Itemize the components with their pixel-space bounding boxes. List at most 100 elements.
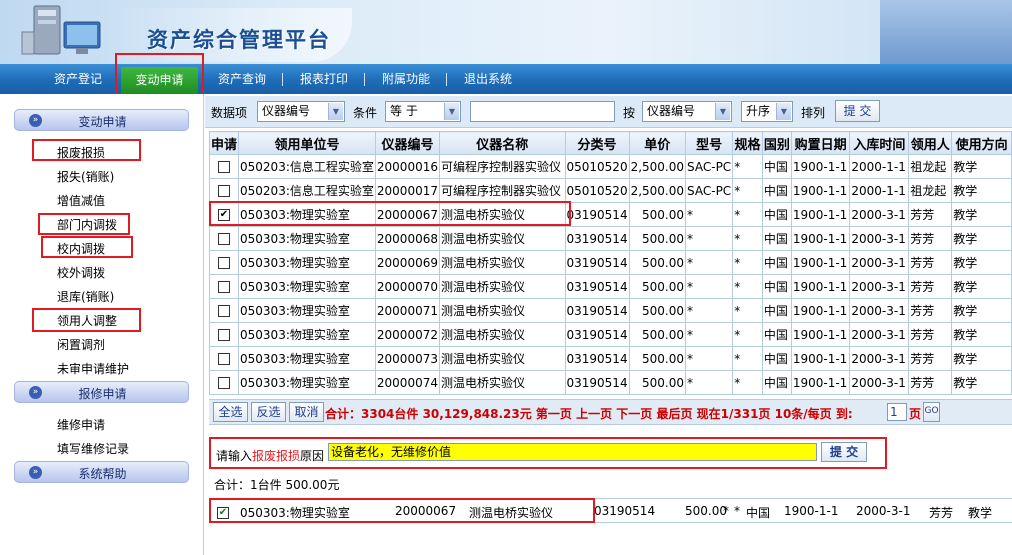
cell-unit: 050303:物理实验室 [238,226,376,251]
cancel-selection-button[interactable]: 取消 [289,402,324,422]
row-checkbox-cell[interactable] [208,370,240,395]
cell-use: 教学 [951,298,1012,323]
row-checkbox-cell[interactable] [208,346,240,371]
cell-code: 20000071 [374,298,440,323]
cell-name: 测温电桥实验仪 [438,322,566,347]
sidebar-item-return[interactable]: 退库(销账) [57,288,114,305]
row-checkbox-cell[interactable] [208,274,240,299]
row-checkbox[interactable] [218,281,230,293]
cell-code: 20000016 [374,154,440,179]
sidebar-item-idle[interactable]: 闲置调剂 [57,336,105,353]
table-row[interactable]: 050303:物理实验室 20000071 测温电桥实验仪 03190514 500.0… [208,298,1012,323]
cell-user: 祖龙起 [908,154,953,179]
nav-asset-register[interactable]: 资产登记 [48,64,108,94]
cell-unit: 050303:物理实验室 [238,322,376,347]
invert-selection-button[interactable]: 反选 [251,402,286,422]
cell-cls: 03190514 [564,202,630,227]
cell-cls: 03190514 [564,250,630,275]
go-button[interactable]: GO [923,402,940,422]
row-checkbox[interactable] [218,161,230,173]
sidebar-section-change-request[interactable]: » 变动申请 [14,109,189,131]
sidebar-item-external-transfer[interactable]: 校外调拨 [57,264,105,281]
sort-order-select[interactable]: 升序 ▼ [741,101,793,122]
sidebar-item-repair-request[interactable]: 维修申请 [57,416,105,433]
sidebar-item-repair-record[interactable]: 填写维修记录 [57,440,129,457]
table-row[interactable]: 050303:物理实验室 20000074 测温电桥实验仪 03190514 500.0… [208,370,1012,395]
cell-use: 教学 [951,226,1012,251]
row-checkbox[interactable] [218,257,230,269]
cell-name: 测温电桥实验仪 [438,226,566,251]
sidebar-section-repair[interactable]: » 报修申请 [14,381,189,403]
row-checkbox[interactable] [218,377,230,389]
cell-model: * [685,346,734,371]
cell-name: 可编程序控制器实验仪 [438,178,566,203]
cell-unit: 050303:物理实验室 [238,370,376,395]
nav-exit[interactable]: 退出系统 [458,64,518,94]
cell-code: 20000074 [374,370,440,395]
highlight-box [38,213,130,235]
reason-input[interactable]: 设备老化，无维修价值 [328,443,817,461]
chevron-down-icon: ▼ [444,103,459,120]
cell-buy: 1900-1-1 [790,226,851,251]
table-row[interactable]: 050303:物理实验室 20000072 测温电桥实验仪 03190514 500.0… [208,322,1012,347]
row-checkbox-cell[interactable] [208,250,240,275]
sort-field-select[interactable]: 仪器编号 ▼ [642,101,732,122]
table-row[interactable]: 050303:物理实验室 20000070 测温电桥实验仪 03190514 500.0… [208,274,1012,299]
table-row[interactable]: 050303:物理实验室 20000069 测温电桥实验仪 03190514 500.0… [208,250,1012,275]
nav-extras[interactable]: 附属功能 [376,64,436,94]
sidebar-item-value-change[interactable]: 增值减值 [57,192,105,209]
row-checkbox[interactable] [218,233,230,245]
cell-country: 中国 [761,226,792,251]
sort-by-label: 按 [623,106,636,120]
row-checkbox-cell[interactable] [208,298,240,323]
page-number-input[interactable]: 1 [887,403,907,421]
row-checkbox-cell[interactable] [208,154,240,179]
cell-cls: 03190514 [564,274,630,299]
row-checkbox[interactable] [218,353,230,365]
cell-code: 20000070 [374,274,440,299]
highlight-box [32,308,141,332]
table-row[interactable]: 050203:信息工程实验室 20000016 可编程序控制器实验仪 05010520… [208,154,1012,179]
sidebar-section-help[interactable]: » 系统帮助 [14,461,189,483]
cell-in: 2000-3-1 [849,250,910,275]
cell-price: 500.00 [628,298,687,323]
sidebar-item-loss[interactable]: 报失(销账) [57,168,114,185]
app-title: 资产综合管理平台 [147,28,331,52]
cell-cls: 05010520 [564,154,630,179]
cell-in: 2000-3-1 [849,202,910,227]
row-checkbox-cell[interactable] [208,226,240,251]
sidebar-item-unreviewed[interactable]: 未审申请维护 [57,360,129,377]
cell-model: * [685,274,734,299]
row-checkbox[interactable] [218,305,230,317]
cell-in: 2000-1-1 [849,154,910,179]
nav-report-print[interactable]: 报表打印 [294,64,354,94]
cell-unit: 050203:信息工程实验室 [238,178,376,203]
cell-name: 测温电桥实验仪 [438,346,566,371]
query-submit-button[interactable]: 提 交 [835,100,880,122]
search-input[interactable] [470,101,615,122]
col-apply: 申请 [208,131,240,155]
table-row[interactable]: 050303:物理实验室 20000073 测温电桥实验仪 03190514 500.0… [208,346,1012,371]
nav-asset-query[interactable]: 资产查询 [212,64,272,94]
col-user: 领用人 [908,131,953,155]
header-image [880,0,1012,64]
cell-use: 教学 [951,250,1012,275]
field-select[interactable]: 仪器编号 ▼ [257,101,345,122]
selected-spec: * [734,504,740,518]
condition-select[interactable]: 等 于 ▼ [385,101,461,122]
highlight-box [209,498,595,523]
table-row[interactable]: 050303:物理实验室 20000068 测温电桥实验仪 03190514 500.0… [208,226,1012,251]
row-checkbox[interactable] [218,185,230,197]
row-checkbox-cell[interactable] [208,178,240,203]
row-checkbox-cell[interactable] [208,322,240,347]
select-all-button[interactable]: 全选 [213,402,248,422]
table-row[interactable]: 050203:信息工程实验室 20000017 可编程序控制器实验仪 05010520… [208,178,1012,203]
cell-unit: 050203:信息工程实验室 [238,154,376,179]
col-in-date: 入库时间 [849,131,910,155]
condition-label: 条件 [353,106,378,120]
selected-country: 中国 [746,506,771,520]
reason-submit-button[interactable]: 提 交 [821,442,867,462]
cell-spec: * [732,370,763,395]
cell-buy: 1900-1-1 [790,346,851,371]
row-checkbox[interactable] [218,329,230,341]
